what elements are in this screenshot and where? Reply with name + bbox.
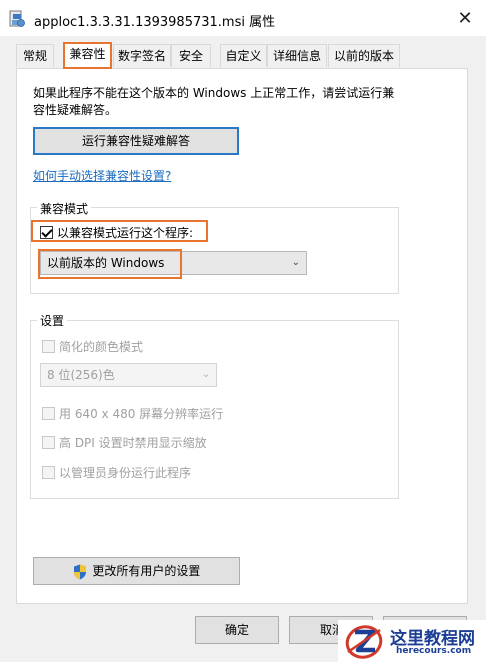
- intro-line-1: 如果此程序不能在这个版本的 Windows 上正常工作，请尝试运行兼: [33, 86, 395, 100]
- dpi-scaling-checkbox[interactable]: [42, 436, 55, 449]
- change-all-users-label: 更改所有用户的设置: [92, 564, 201, 578]
- color-depth-select[interactable]: 8 位(256)色 ⌄: [40, 363, 217, 387]
- intro-text: 如果此程序不能在这个版本的 Windows 上正常工作，请尝试运行兼 容性疑难解…: [33, 85, 413, 119]
- tab-details[interactable]: 详细信息: [267, 44, 327, 67]
- tab-general[interactable]: 常规: [16, 44, 54, 67]
- run-as-admin-row[interactable]: 以管理员身份运行此程序: [42, 464, 191, 481]
- ok-button[interactable]: 确定: [195, 616, 279, 644]
- watermark-url: herecours.com: [396, 646, 472, 656]
- settings-group-label: 设置: [37, 312, 68, 329]
- watermark-logo-icon: [345, 625, 383, 659]
- chevron-down-icon: ⌄: [201, 369, 210, 380]
- window-title: apploc1.3.3.31.1393985731.msi 属性: [34, 15, 276, 30]
- run-as-admin-label: 以管理员身份运行此程序: [59, 466, 192, 480]
- resolution-row[interactable]: 用 640 x 480 屏幕分辨率运行: [42, 405, 223, 422]
- tab-custom[interactable]: 自定义: [220, 44, 267, 67]
- run-troubleshooter-button[interactable]: 运行兼容性疑难解答: [33, 127, 239, 155]
- reduced-color-checkbox[interactable]: [42, 340, 55, 353]
- compat-mode-highlight-box: [31, 220, 208, 242]
- uac-shield-icon: [73, 564, 86, 579]
- tab-compatibility[interactable]: 兼容性: [63, 42, 112, 69]
- change-all-users-button[interactable]: 更改所有用户的设置: [33, 557, 240, 585]
- reduced-color-row[interactable]: 简化的颜色模式: [42, 338, 143, 355]
- tab-security[interactable]: 安全: [171, 44, 211, 67]
- resolution-checkbox[interactable]: [42, 407, 55, 420]
- site-watermark: 这里教程网 herecours.com: [338, 620, 486, 662]
- color-depth-select-value: 8 位(256)色: [47, 368, 115, 382]
- title-bar: apploc1.3.3.31.1393985731.msi 属性 ✕: [0, 0, 486, 36]
- os-select-highlight-box: [38, 249, 182, 279]
- dpi-scaling-row[interactable]: 高 DPI 设置时禁用显示缩放: [42, 434, 207, 451]
- reduced-color-label: 简化的颜色模式: [59, 340, 144, 354]
- msi-file-icon: [9, 10, 25, 27]
- tab-previous-versions[interactable]: 以前的版本: [328, 44, 400, 67]
- resolution-label: 用 640 x 480 屏幕分辨率运行: [59, 407, 224, 421]
- intro-line-2: 容性疑难解答。: [33, 103, 118, 117]
- run-as-admin-checkbox[interactable]: [42, 466, 55, 479]
- tab-digital-signatures[interactable]: 数字签名: [113, 44, 171, 67]
- manual-compat-help-link[interactable]: 如何手动选择兼容性设置?: [33, 167, 171, 184]
- compat-mode-group-label: 兼容模式: [37, 200, 92, 217]
- dpi-scaling-label: 高 DPI 设置时禁用显示缩放: [59, 436, 207, 450]
- close-button[interactable]: ✕: [452, 6, 478, 32]
- chevron-down-icon: ⌄: [291, 257, 300, 268]
